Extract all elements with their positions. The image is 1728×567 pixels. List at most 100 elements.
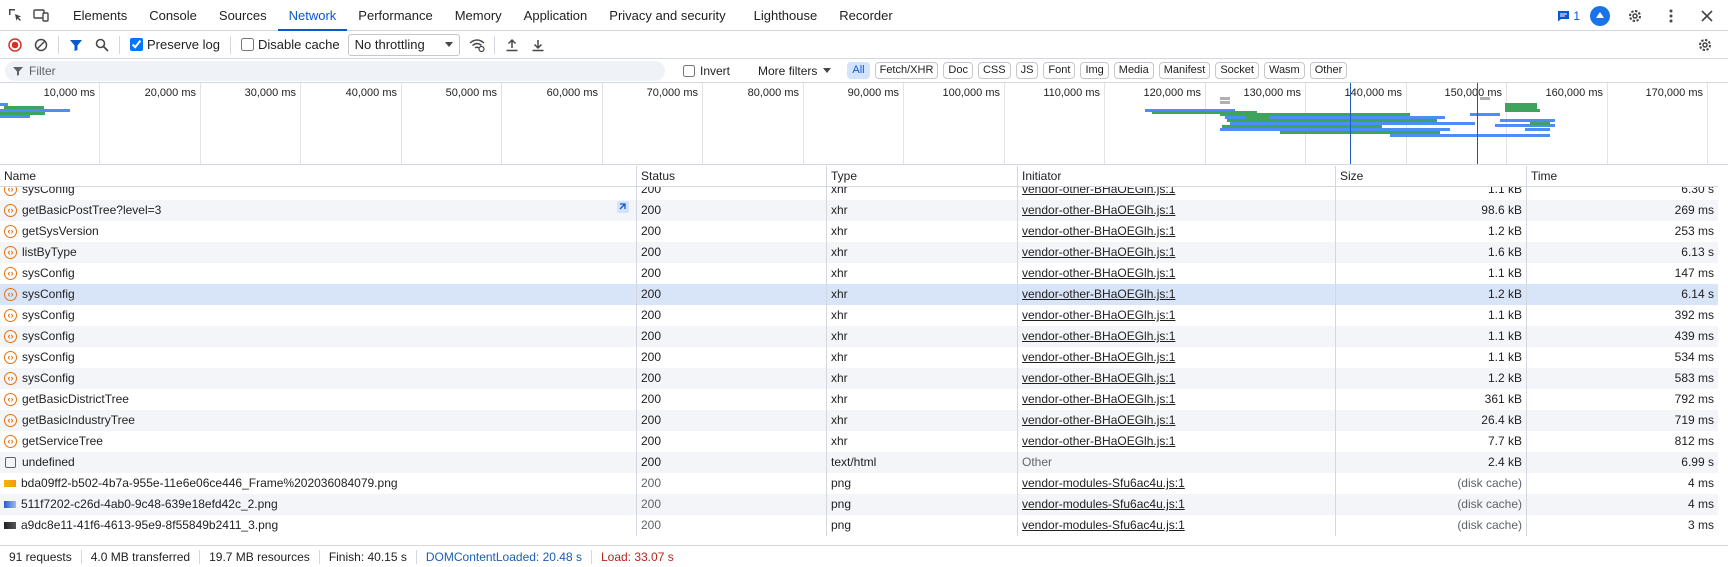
filter-chip-doc[interactable]: Doc xyxy=(943,62,973,79)
initiator-link[interactable]: vendor-other-BHaOEGlh.js:1 xyxy=(1022,245,1175,259)
table-row[interactable]: undefined 200 text/html Other 2.4 kB 6.99 s xyxy=(0,452,1718,473)
messages-badge[interactable]: 1 xyxy=(1557,9,1580,23)
filter-icon[interactable] xyxy=(63,32,89,58)
invert-checkbox[interactable]: Invert xyxy=(683,64,730,78)
device-toolbar-icon[interactable] xyxy=(30,4,52,26)
preserve-log-checkbox[interactable]: Preserve log xyxy=(130,37,220,52)
cell-name[interactable]: ‹› getSysVersion xyxy=(0,221,637,242)
initiator-link[interactable]: vendor-other-BHaOEGlh.js:1 xyxy=(1022,329,1175,343)
filter-chip-js[interactable]: JS xyxy=(1015,62,1039,79)
tab-performance[interactable]: Performance xyxy=(347,0,443,31)
table-row[interactable]: ‹› getBasicPostTree?level=3 200 xhr vendor-o… xyxy=(0,200,1718,221)
cell-name[interactable]: ‹› sysConfig xyxy=(0,187,637,200)
initiator-link[interactable]: vendor-modules-Sfu6ac4u.js:1 xyxy=(1022,497,1185,511)
export-har-icon[interactable] xyxy=(525,32,551,58)
cell-name[interactable]: a9dc8e11-41f6-4613-95e9-8f55849b2411_3.p… xyxy=(0,515,637,536)
column-size[interactable]: Size xyxy=(1336,166,1527,187)
kebab-menu-icon[interactable] xyxy=(1660,5,1682,27)
cell-name[interactable]: undefined xyxy=(0,452,637,473)
tab-application[interactable]: Application xyxy=(513,0,599,31)
cell-name[interactable]: bda09ff2-b502-4b7a-955e-11e6e06ce446_Fra… xyxy=(0,473,637,494)
cell-name[interactable]: ‹› getBasicIndustryTree xyxy=(0,410,637,431)
tab-console[interactable]: Console xyxy=(138,0,208,31)
table-row[interactable]: ‹› getServiceTree 200 xhr vendor-other-BHaOE… xyxy=(0,431,1718,452)
cell-name[interactable]: ‹› getBasicDistrictTree xyxy=(0,389,637,410)
initiator-link[interactable]: vendor-other-BHaOEGlh.js:1 xyxy=(1022,308,1175,322)
table-row[interactable]: ‹› sysConfig 200 xhr vendor-other-BHaOEGlh.j… xyxy=(0,187,1718,200)
initiator-link[interactable]: vendor-other-BHaOEGlh.js:1 xyxy=(1022,392,1175,406)
close-icon[interactable] xyxy=(1696,5,1718,27)
filter-chip-css[interactable]: CSS xyxy=(977,62,1011,79)
initiator-link[interactable]: vendor-other-BHaOEGlh.js:1 xyxy=(1022,287,1175,301)
initiator-link[interactable]: vendor-modules-Sfu6ac4u.js:1 xyxy=(1022,518,1185,532)
table-row[interactable]: ‹› sysConfig 200 xhr vendor-other-BHaOEGlh.j… xyxy=(0,263,1718,284)
table-row[interactable]: ‹› sysConfig 200 xhr vendor-other-BHaOEGlh.j… xyxy=(0,305,1718,326)
network-conditions-icon[interactable] xyxy=(464,32,490,58)
column-initiator[interactable]: Initiator xyxy=(1018,166,1336,187)
network-overview-timeline[interactable]: 10,000 ms 20,000 ms 30,000 ms 40,000 ms 50,0… xyxy=(0,83,1728,165)
preserve-log-input[interactable] xyxy=(130,38,143,51)
tab-memory[interactable]: Memory xyxy=(444,0,513,31)
initiator-link[interactable]: vendor-other-BHaOEGlh.js:1 xyxy=(1022,266,1175,280)
table-row[interactable]: ‹› sysConfig 200 xhr vendor-other-BHaOEGlh.j… xyxy=(0,326,1718,347)
search-icon[interactable] xyxy=(89,32,115,58)
table-row[interactable]: ‹› sysConfig 200 xhr vendor-other-BHaOEGlh.j… xyxy=(0,284,1718,305)
cell-name[interactable]: ‹› getServiceTree xyxy=(0,431,637,452)
filter-chip-media[interactable]: Media xyxy=(1113,62,1154,79)
filter-chip-img[interactable]: Img xyxy=(1080,62,1109,79)
tab-lighthouse[interactable]: Lighthouse xyxy=(743,0,829,31)
filter-chip-socket[interactable]: Socket xyxy=(1215,62,1259,79)
initiator-link[interactable]: vendor-other-BHaOEGlh.js:1 xyxy=(1022,203,1175,217)
filter-chip-other[interactable]: Other xyxy=(1309,62,1348,79)
stop-recording-icon[interactable] xyxy=(2,32,28,58)
cell-name[interactable]: ‹› sysConfig xyxy=(0,305,637,326)
filter-chip-all[interactable]: All xyxy=(847,62,870,79)
cell-name[interactable]: 511f7202-c26d-4ab0-9c48-639e18efd42c_2.p… xyxy=(0,494,637,515)
filter-chip-wasm[interactable]: Wasm xyxy=(1263,62,1305,79)
cell-name[interactable]: ‹› sysConfig xyxy=(0,347,637,368)
table-row[interactable]: ‹› sysConfig 200 xhr vendor-other-BHaOEGlh.j… xyxy=(0,368,1718,389)
table-row[interactable]: 511f7202-c26d-4ab0-9c48-639e18efd42c_2.p… xyxy=(0,494,1718,515)
tab-network[interactable]: Network xyxy=(277,0,348,31)
filter-chip-manifest[interactable]: Manifest xyxy=(1158,62,1211,79)
tab-elements[interactable]: Elements xyxy=(62,0,138,31)
initiator-link[interactable]: vendor-other-BHaOEGlh.js:1 xyxy=(1022,350,1175,364)
cell-name[interactable]: ‹› listByType xyxy=(0,242,637,263)
cell-name[interactable]: ‹› sysConfig xyxy=(0,326,637,347)
table-row[interactable]: ‹› getSysVersion 200 xhr vendor-other-BHaOEG… xyxy=(0,221,1718,242)
table-row[interactable]: ‹› sysConfig 200 xhr vendor-other-BHaOEGlh.j… xyxy=(0,347,1718,368)
throttling-select[interactable]: No throttling xyxy=(347,33,460,56)
column-name[interactable]: Name xyxy=(0,166,637,187)
cell-name[interactable]: ‹› sysConfig xyxy=(0,368,637,389)
initiator-link[interactable]: vendor-other-BHaOEGlh.js:1 xyxy=(1022,434,1175,448)
initiator-link[interactable]: vendor-other-BHaOEGlh.js:1 xyxy=(1022,413,1175,427)
table-row[interactable]: a9dc8e11-41f6-4613-95e9-8f55849b2411_3.p… xyxy=(0,515,1718,536)
filter-input[interactable]: Filter xyxy=(5,60,665,81)
inspect-element-icon[interactable] xyxy=(4,4,26,26)
ai-assistance-icon[interactable] xyxy=(1590,5,1610,26)
override-content-icon[interactable] xyxy=(616,200,630,221)
disable-cache-input[interactable] xyxy=(240,38,254,51)
initiator-link[interactable]: vendor-other-BHaOEGlh.js:1 xyxy=(1022,224,1175,238)
filter-chip-fetchxhr[interactable]: Fetch/XHR xyxy=(874,62,939,79)
more-filters-dropdown[interactable]: More filters xyxy=(758,64,832,78)
tab-recorder[interactable]: Recorder xyxy=(828,0,903,31)
table-scrollbar[interactable] xyxy=(1718,166,1728,543)
table-row[interactable]: ‹› getBasicIndustryTree 200 xhr vendor-other… xyxy=(0,410,1718,431)
filter-chip-font[interactable]: Font xyxy=(1043,62,1076,79)
table-row[interactable]: bda09ff2-b502-4b7a-955e-11e6e06ce446_Fra… xyxy=(0,473,1718,494)
table-row[interactable]: ‹› getBasicDistrictTree 200 xhr vendor-other… xyxy=(0,389,1718,410)
initiator-link[interactable]: vendor-modules-Sfu6ac4u.js:1 xyxy=(1022,476,1185,490)
column-time[interactable]: Time xyxy=(1527,166,1718,187)
tab-privacy-and-security[interactable]: Privacy and security xyxy=(598,0,736,31)
initiator-link[interactable]: vendor-other-BHaOEGlh.js:1 xyxy=(1022,371,1175,385)
import-har-icon[interactable] xyxy=(499,32,525,58)
table-row[interactable]: ‹› listByType 200 xhr vendor-other-BHaOEGlh.… xyxy=(0,242,1718,263)
column-type[interactable]: Type xyxy=(827,166,1018,187)
cell-name[interactable]: ‹› sysConfig xyxy=(0,284,637,305)
cell-name[interactable]: ‹› getBasicPostTree?level=3 xyxy=(0,200,637,221)
column-status[interactable]: Status xyxy=(637,166,827,187)
tab-sources[interactable]: Sources xyxy=(208,0,278,31)
invert-input[interactable] xyxy=(683,64,695,77)
clear-icon[interactable] xyxy=(28,32,54,58)
